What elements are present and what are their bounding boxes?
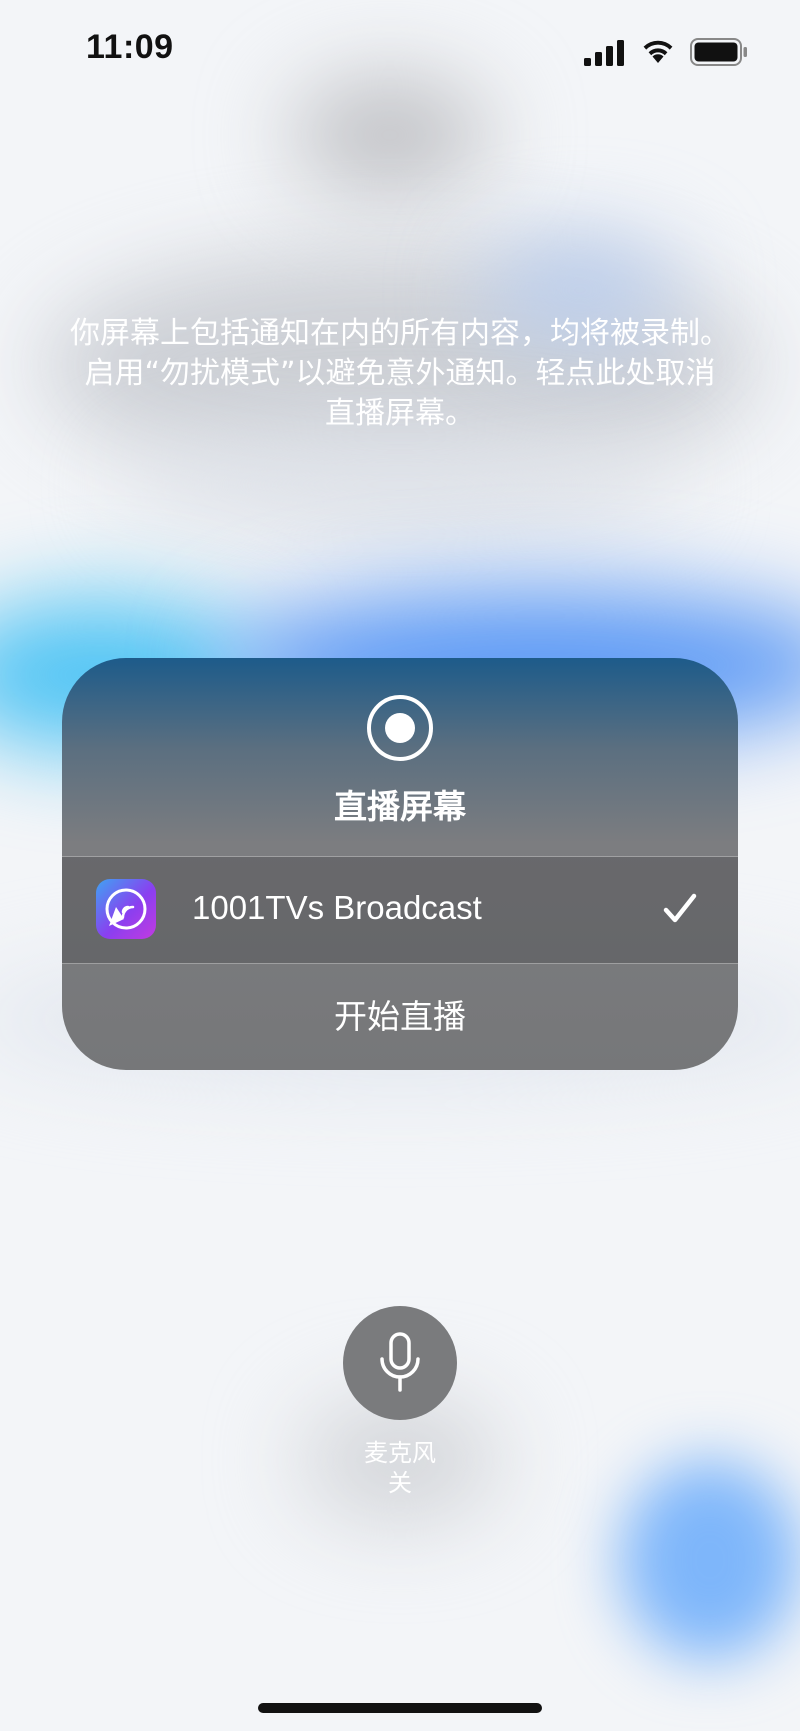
microphone-icon	[380, 1332, 420, 1392]
panel-title: 直播屏幕	[334, 787, 466, 826]
status-bar: 11:09	[0, 0, 800, 100]
microphone-label: 麦克风 关	[364, 1439, 436, 1497]
home-indicator[interactable]	[258, 1703, 542, 1713]
status-time: 11:09	[86, 28, 174, 66]
broadcast-app-icon	[96, 879, 156, 939]
battery-icon	[690, 38, 747, 66]
checkmark-icon	[663, 893, 697, 923]
app-name: 1001TVs Broadcast	[192, 889, 482, 926]
broadcast-app-row[interactable]: 1001TVs Broadcast	[62, 857, 738, 963]
broadcast-panel: 直播屏幕 1001TVs Broadcast 开始直播	[62, 658, 738, 1070]
recording-notice[interactable]: 你屏幕上包括通知在内的所有内容，均将被录制。启用“勿扰模式”以避免意外通知。轻点…	[70, 314, 730, 434]
panel-header: 直播屏幕	[62, 658, 738, 856]
record-icon	[367, 695, 433, 761]
wifi-icon	[643, 40, 673, 63]
start-broadcast-button[interactable]: 开始直播	[62, 964, 738, 1070]
cellular-signal-icon	[584, 40, 624, 66]
microphone-toggle-button[interactable]	[343, 1306, 457, 1420]
